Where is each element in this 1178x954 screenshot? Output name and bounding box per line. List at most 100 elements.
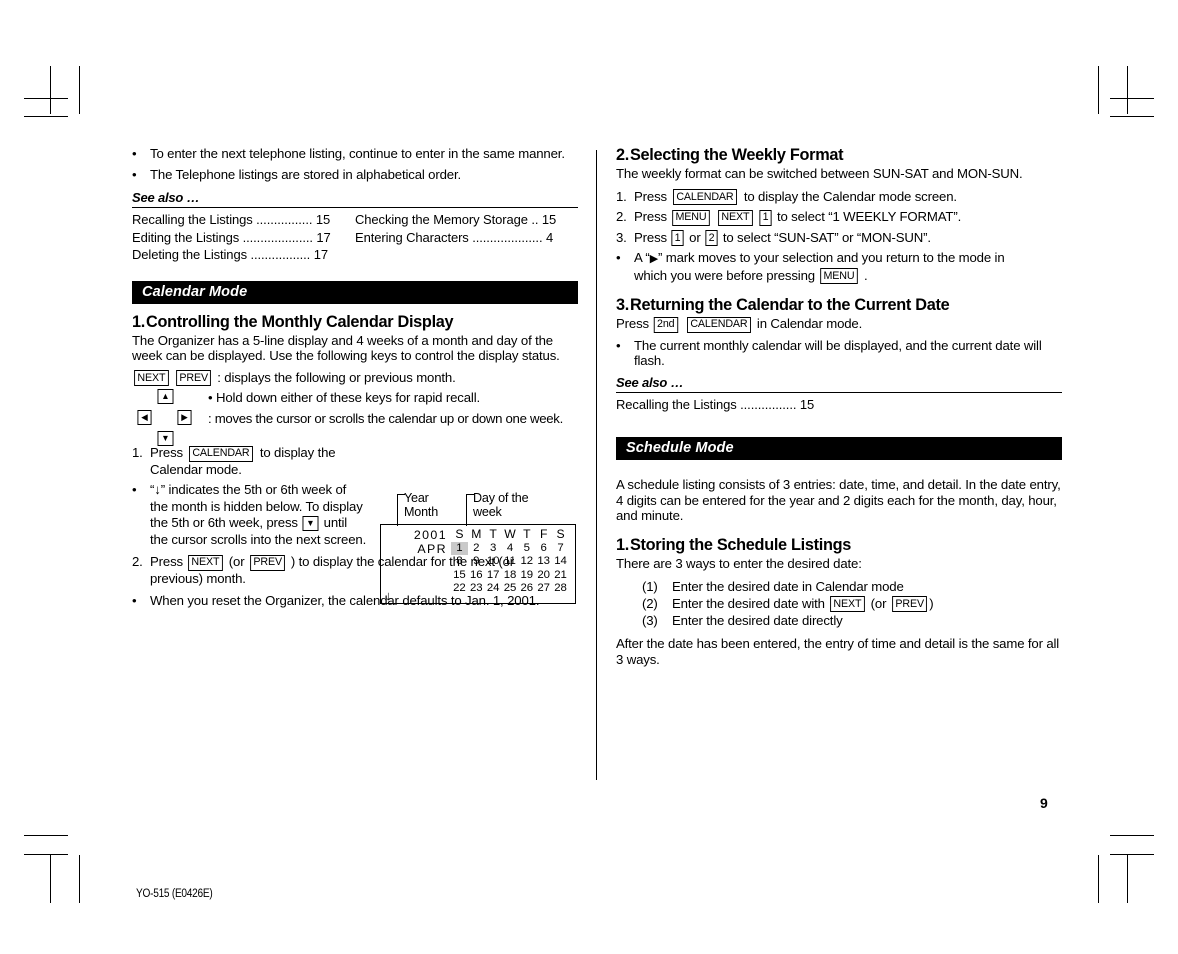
calendar-day[interactable]: 13 — [535, 555, 552, 569]
bullet-text-line3-pre: the 5th or 6th week, press — [150, 515, 302, 531]
see-also-rule — [132, 207, 578, 209]
key-next[interactable]: NEXT — [718, 209, 753, 226]
heading-storing-schedule-listings: 1.Storing the Schedule Listings — [616, 536, 1062, 555]
see-also-entry[interactable]: Checking the Memory Storage .. 15 — [355, 211, 578, 229]
calendar-day[interactable]: 2 — [468, 542, 485, 556]
arrow-keypad-diagram: ▲ ◀ ▶ ▼ • Hold down either of these keys… — [132, 389, 578, 447]
sub-list-item: (2) Enter the desired date with NEXT (or… — [642, 595, 1062, 613]
step-text: Press 1 or 2 to select “SUN-SAT” or “MON… — [634, 230, 1062, 247]
right-arrow-key[interactable]: ▶ — [177, 410, 192, 426]
down-arrow-key[interactable]: ▼ — [157, 431, 174, 447]
leader-line-year-horizontal — [397, 494, 405, 496]
calendar-day[interactable]: 19 — [518, 569, 535, 583]
sub-list-text-post: ) — [929, 595, 934, 611]
sub-list-marker: (1) — [642, 578, 658, 594]
down-arrow-key[interactable]: ▼ — [302, 516, 319, 532]
step-number: 1. — [132, 445, 143, 461]
right-triangle-icon: ▶ — [649, 253, 658, 266]
calendar-day[interactable]: 24 — [485, 582, 502, 596]
bullet-marker: • — [616, 250, 621, 266]
calendar-day[interactable]: 14 — [552, 555, 569, 569]
calendar-week-row: 1 2 3 4 5 6 7 — [451, 541, 569, 556]
see-also-entry[interactable]: Editing the Listings ...................… — [132, 229, 355, 247]
key-next[interactable]: NEXT — [134, 370, 169, 387]
weekday-header: W — [504, 527, 516, 541]
key-legend-row: NEXT PREV : displays the following or pr… — [132, 370, 578, 387]
leader-line-year-vertical — [397, 494, 399, 526]
see-also-heading: See also … — [132, 190, 200, 206]
calendar-day[interactable]: 26 — [518, 582, 535, 596]
weekday-header: T — [523, 527, 531, 541]
calendar-day[interactable]: 20 — [535, 569, 552, 583]
key-calendar[interactable]: CALENDAR — [673, 189, 738, 206]
crop-mark-top-right-vertical-2 — [1127, 66, 1128, 114]
step-text-pre: Press — [150, 445, 187, 461]
see-also-entry[interactable]: Deleting the Listings ................. … — [132, 246, 355, 264]
key-menu[interactable]: MENU — [672, 209, 711, 226]
bullet-current-date-note: • The current monthly calendar will be d… — [616, 338, 1062, 369]
step-text-line2: previous) month. — [150, 570, 246, 586]
calendar-day[interactable]: 25 — [502, 582, 519, 596]
bullet-marker: • — [132, 593, 137, 609]
crop-mark-top-left-vertical — [79, 66, 80, 114]
figure-label-day-of-week: Day of the week — [473, 491, 529, 519]
calendar-day[interactable]: 21 — [552, 569, 569, 583]
calendar-day[interactable]: 22 — [451, 582, 468, 596]
calendar-day[interactable]: 27 — [535, 582, 552, 596]
calendar-day[interactable]: 17 — [485, 569, 502, 583]
step-number: 3. — [616, 229, 627, 245]
calendar-day-selected[interactable]: 1 — [451, 541, 468, 556]
key-next[interactable]: NEXT — [188, 554, 224, 571]
calendar-day[interactable]: 9 — [468, 555, 485, 569]
see-also-entry[interactable]: Recalling the Listings ................ … — [132, 211, 355, 229]
calendar-day[interactable]: 16 — [468, 569, 485, 583]
see-also-entry[interactable]: Recalling the Listings ................ … — [616, 396, 1062, 414]
bullet-text-post: ” mark moves to your selection and you r… — [658, 250, 1005, 266]
key-1[interactable]: 1 — [759, 209, 773, 226]
up-arrow-key[interactable]: ▲ — [157, 389, 174, 405]
right-column: 2.Selecting the Weekly Format The weekly… — [616, 146, 1062, 668]
left-arrow-key[interactable]: ◀ — [137, 410, 152, 426]
key-2nd[interactable]: 2nd — [654, 316, 679, 333]
calendar-display-figure: Year Month Day of the week 2001 APR S M … — [380, 491, 580, 607]
calendar-day[interactable]: 4 — [502, 542, 519, 556]
organizer-lcd-screen: 2001 APR S M T W T F S 1 2 3 4 5 6 7 8 9… — [380, 524, 576, 604]
calendar-day[interactable]: 23 — [468, 582, 485, 596]
calendar-day[interactable]: 12 — [518, 555, 535, 569]
calendar-day[interactable]: 3 — [485, 542, 502, 556]
bullet-text: The current monthly calendar will be dis… — [634, 337, 1042, 369]
crop-mark-bottom-left-horizontal-2 — [24, 854, 68, 855]
calendar-day[interactable]: 8 — [451, 555, 468, 569]
bullet-marker: • — [132, 166, 137, 182]
key-next[interactable]: NEXT — [830, 596, 866, 613]
figure-label-year-month: Year Month — [404, 491, 438, 519]
heading-title: Controlling the Monthly Calendar Display — [145, 312, 454, 331]
key-2[interactable]: 2 — [705, 230, 718, 247]
calendar-day[interactable]: 11 — [502, 555, 519, 569]
bullet-text: To enter the next telephone listing, con… — [150, 146, 565, 161]
figure-label-year: Year — [404, 491, 429, 505]
key-prev[interactable]: PREV — [250, 554, 286, 571]
step-text-mid: (or — [225, 554, 248, 570]
leader-line-dow-vertical — [466, 494, 468, 526]
heading-title: Storing the Schedule Listings — [629, 536, 852, 555]
calendar-day[interactable]: 10 — [485, 555, 502, 569]
step-text-pre: Press — [150, 554, 187, 570]
key-calendar[interactable]: CALENDAR — [189, 445, 254, 462]
see-also-entry[interactable]: Entering Characters ....................… — [355, 229, 578, 247]
key-prev[interactable]: PREV — [176, 370, 212, 387]
calendar-day[interactable]: 7 — [552, 542, 569, 556]
calendar-day[interactable]: 6 — [535, 542, 552, 556]
bullet-text-pre: A “ — [634, 250, 650, 266]
key-menu[interactable]: MENU — [820, 268, 859, 285]
calendar-day[interactable]: 15 — [451, 569, 468, 583]
bullet-text: A “▶” mark moves to your selection and y… — [634, 250, 1062, 285]
calendar-day[interactable]: 28 — [552, 582, 569, 596]
section1-intro: The Organizer has a 5-line display and 4… — [132, 332, 560, 364]
key-1[interactable]: 1 — [671, 230, 685, 247]
calendar-day[interactable]: 18 — [502, 569, 519, 583]
calendar-day[interactable]: 5 — [518, 542, 535, 556]
key-prev[interactable]: PREV — [891, 596, 928, 613]
key-legend-text: : displays the following or previous mon… — [217, 369, 456, 385]
key-calendar[interactable]: CALENDAR — [686, 316, 751, 333]
